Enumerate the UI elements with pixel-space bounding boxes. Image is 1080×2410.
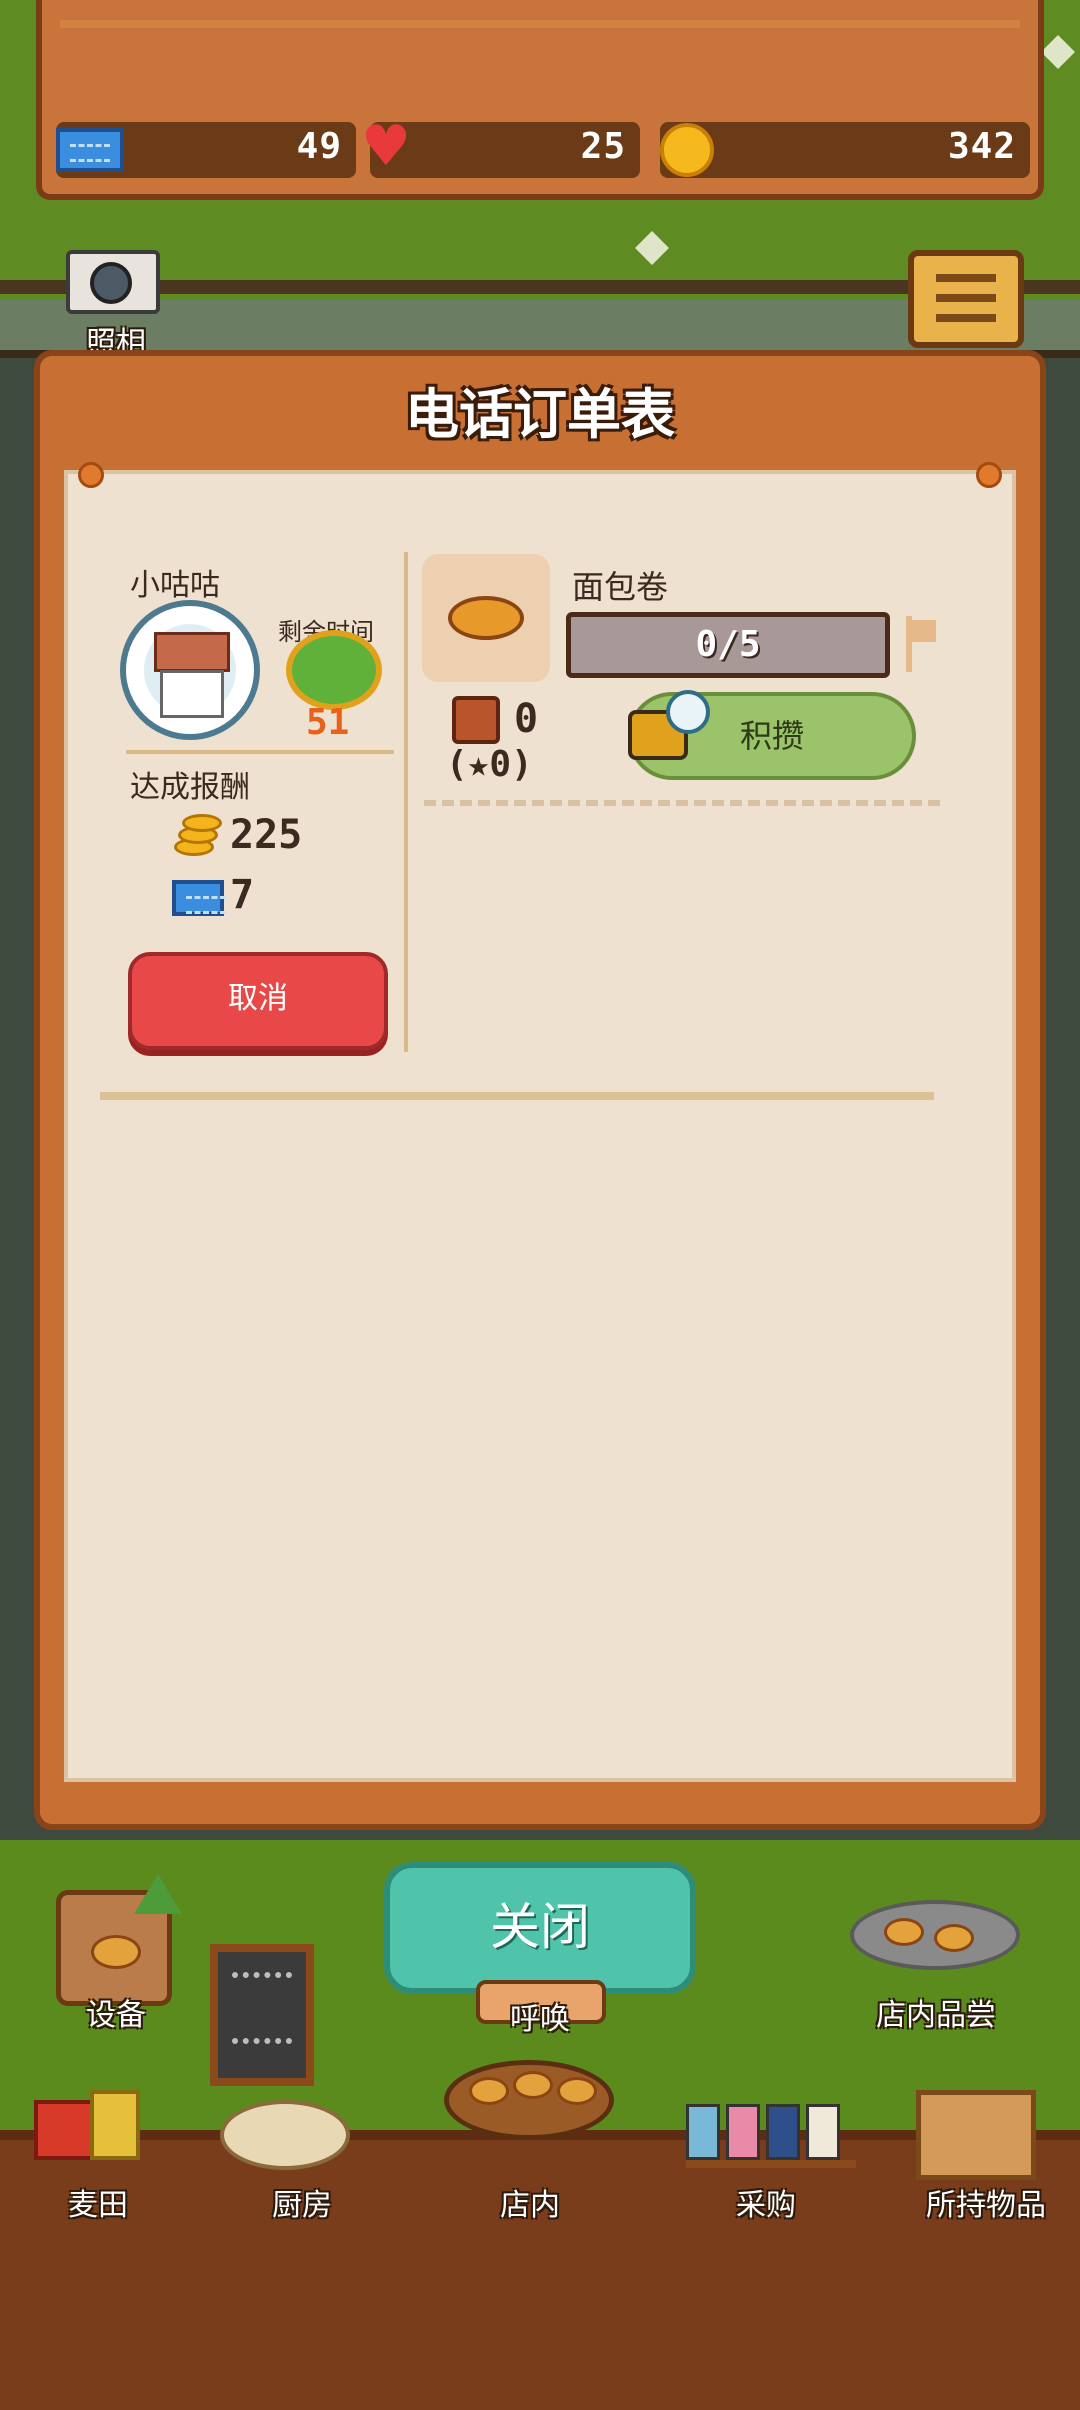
flag-icon (900, 616, 940, 672)
ticket-icon (172, 880, 226, 916)
cancel-button[interactable]: 取消 (128, 952, 388, 1050)
wheat-field-icon[interactable] (34, 2090, 144, 2170)
item-slot (422, 554, 550, 682)
bread-basket-icon (91, 1935, 141, 1969)
bun-icon (469, 2077, 509, 2105)
customer-hat (154, 632, 230, 672)
hearts-stat: ♥ 25 (361, 119, 640, 178)
bun-icon (557, 2077, 597, 2105)
bun-icon (513, 2071, 553, 2099)
coins-stat: 342 (660, 122, 1030, 178)
storage-box-icon (452, 696, 500, 744)
reward-coins-value: 225 (230, 812, 303, 858)
heart-icon: ♥ (360, 114, 412, 179)
menu-icon (936, 274, 996, 282)
camera-button[interactable] (66, 250, 160, 314)
tickets-stat: 49 (56, 122, 356, 178)
menu-button[interactable] (908, 250, 1024, 348)
clock-icon (286, 630, 382, 710)
bun-icon (884, 1918, 924, 1946)
order-divider (100, 1092, 934, 1100)
coin-stack-icon (174, 814, 224, 858)
tasting-button[interactable] (850, 1900, 1020, 1970)
bun-icon (934, 1924, 974, 1952)
ticket-icon (56, 128, 124, 172)
wood-grain (60, 20, 1020, 28)
tasting-label: 店内品尝 (876, 1998, 996, 2033)
coin-piece (182, 814, 222, 832)
upgrade-arrow-icon (134, 1874, 182, 1914)
flag-cloth (912, 620, 936, 642)
menu-board[interactable] (210, 1944, 314, 2086)
tickets-value: 49 (296, 126, 342, 167)
flour-bag (34, 2100, 94, 2160)
shop-icon[interactable] (444, 2060, 614, 2140)
nav-wheat-field[interactable]: 麦田 (18, 2180, 178, 2224)
kitchen-icon[interactable] (220, 2100, 350, 2170)
inventory-icon[interactable] (916, 2090, 1036, 2180)
close-button[interactable]: 关闭 (384, 1862, 696, 1994)
coin-icon (660, 123, 714, 177)
delivery-scooter-icon (620, 690, 730, 770)
dashed-divider (424, 800, 940, 806)
star-stock-count: (★0) (446, 744, 533, 785)
reward-label: 达成报酬 (130, 770, 250, 805)
coins-value: 342 (947, 126, 1016, 167)
camera-icon (90, 262, 132, 304)
menu-icon-line (936, 294, 996, 302)
nav-purchase[interactable]: 采购 (686, 2180, 846, 2224)
jar-icon (686, 2104, 720, 2160)
menu-icon-line (936, 314, 996, 322)
dialog-title: 电话订单表 (405, 383, 675, 446)
column-divider (404, 552, 408, 1052)
jar-icon (766, 2104, 800, 2160)
section-divider (126, 750, 394, 754)
pin-icon (976, 462, 1002, 488)
call-label: 呼唤 (510, 2002, 570, 2037)
wheat-bundle (90, 2090, 140, 2160)
purchase-icon[interactable] (686, 2094, 866, 2174)
item-name: 面包卷 (572, 568, 669, 606)
jar-icon (726, 2104, 760, 2160)
time-remaining-value: 51 (306, 702, 350, 743)
shelf-board (686, 2160, 856, 2168)
customer-name: 小咕咕 (130, 568, 220, 603)
equipment-label: 设备 (86, 1998, 146, 2033)
bread-roll-icon (448, 596, 524, 640)
nav-shop[interactable]: 店内 (450, 2180, 610, 2224)
jar-icon (806, 2104, 840, 2160)
hearts-value: 25 (580, 126, 626, 167)
rider-icon (666, 690, 710, 734)
chalkboard-writing (232, 1972, 292, 2044)
nav-kitchen[interactable]: 厨房 (222, 2180, 382, 2224)
nav-inventory[interactable]: 所持物品 (896, 2180, 1076, 2224)
stock-count: 0 (514, 696, 539, 742)
order-progress-bar: 0/5 (566, 612, 890, 678)
customer-face (160, 670, 224, 718)
pin-icon (78, 462, 104, 488)
customer-avatar (120, 600, 260, 740)
reward-tickets-value: 7 (230, 872, 255, 918)
